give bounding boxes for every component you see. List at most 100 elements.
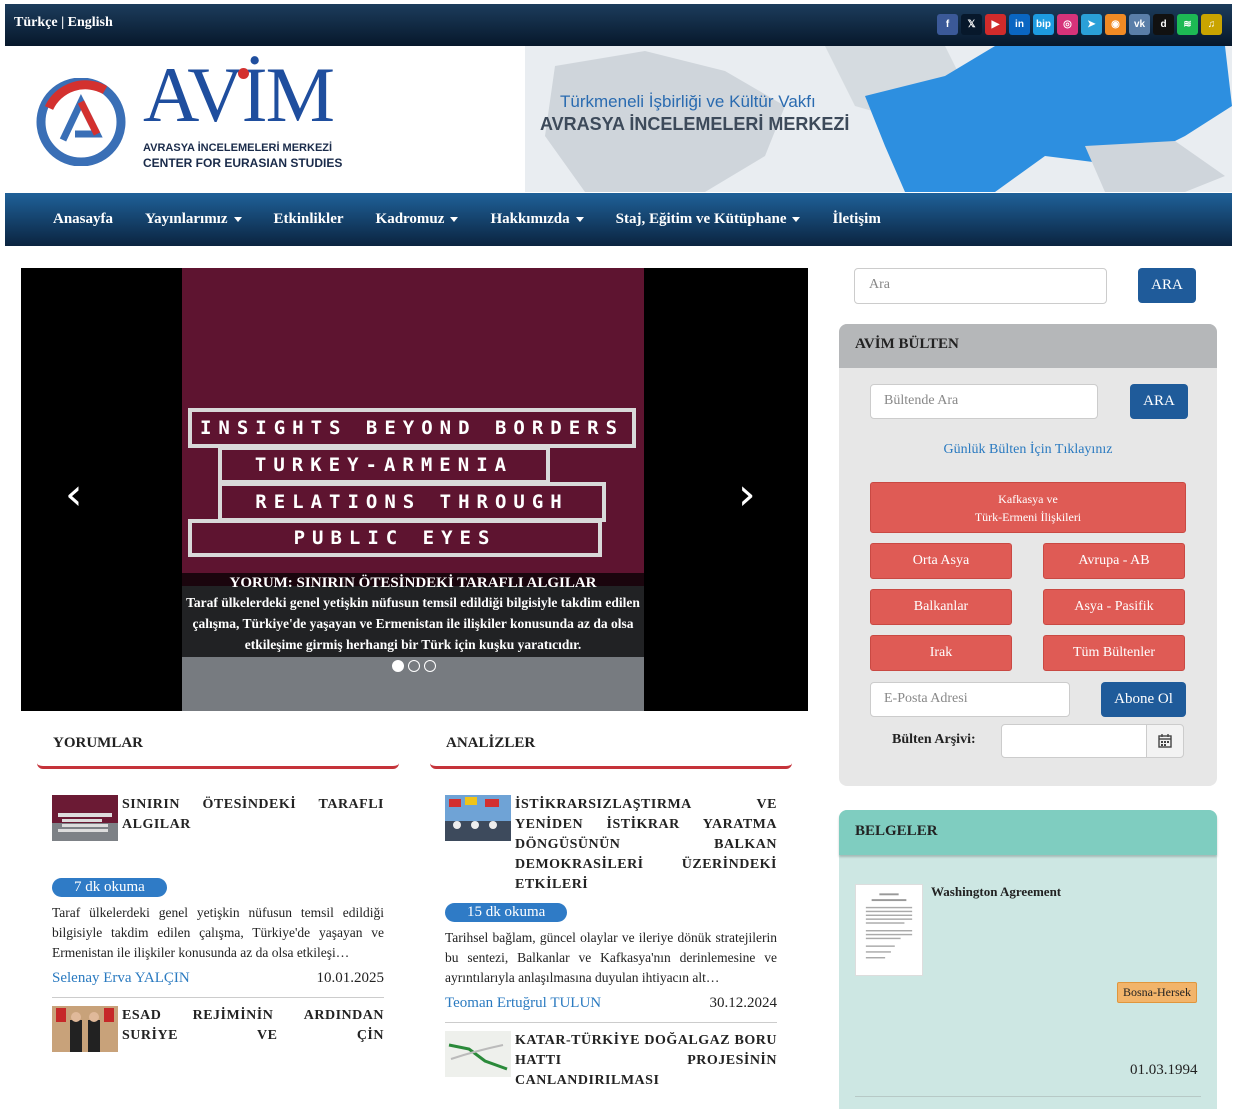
podcast-icon[interactable]: ♫ bbox=[1201, 14, 1222, 35]
slide-caption[interactable]: YORUM: SINIRIN ÖTESİNDEKİ TARAFLI ALGILA… bbox=[182, 573, 644, 657]
email-field[interactable]: E-Posta Adresi bbox=[870, 682, 1070, 717]
slider-next-arrow-icon[interactable]: › bbox=[738, 473, 756, 517]
spotify-icon[interactable]: ≋ bbox=[1177, 14, 1198, 35]
avim-emblem-logo bbox=[36, 78, 126, 166]
top-bar: Türkçe | English f 𝕏 ▶ in bip ◎ ➤ ◉ vk d ≋ ♫ bbox=[5, 4, 1232, 46]
document-divider bbox=[855, 1096, 1201, 1097]
section-heading: ANALİZLER bbox=[446, 735, 536, 751]
chevron-down-icon bbox=[575, 217, 584, 223]
lang-english-link[interactable]: English bbox=[68, 15, 113, 30]
article-thumbnail bbox=[52, 795, 118, 841]
caucasus-line1: Kafkasya ve bbox=[998, 491, 1058, 506]
article-excerpt: Tarihsel bağlam, güncel olaylar ve ileri… bbox=[445, 930, 777, 985]
article-date: 30.12.2024 bbox=[709, 995, 778, 1011]
calendar-icon[interactable] bbox=[1146, 724, 1184, 758]
instagram-icon[interactable]: ◎ bbox=[1057, 14, 1078, 35]
nav-item-hakk-m-zda[interactable]: Hakkımızda bbox=[490, 211, 584, 228]
rss-icon[interactable]: ◉ bbox=[1105, 14, 1126, 35]
logo-dot-accent bbox=[238, 68, 249, 79]
chevron-down-icon bbox=[450, 217, 459, 223]
article-divider bbox=[52, 997, 384, 998]
slider-dot[interactable] bbox=[392, 660, 404, 672]
slider-dot[interactable] bbox=[424, 660, 436, 672]
dailymotion-icon[interactable]: d bbox=[1153, 14, 1174, 35]
site-search-input[interactable]: Ara bbox=[854, 268, 1107, 304]
balkans-button[interactable]: Balkanlar bbox=[870, 589, 1012, 625]
document-thumbnail[interactable] bbox=[855, 884, 923, 976]
document-tag[interactable]: Bosna-Hersek bbox=[1117, 982, 1197, 1003]
facebook-icon[interactable]: f bbox=[937, 14, 958, 35]
article-author-link[interactable]: Selenay Erva YALÇIN bbox=[52, 970, 190, 987]
vk-icon[interactable]: vk bbox=[1129, 14, 1150, 35]
linkedin-icon[interactable]: in bbox=[1009, 14, 1030, 35]
nav-item-kadromuz[interactable]: Kadromuz bbox=[376, 211, 459, 228]
nav-item-anasayfa[interactable]: Anasayfa bbox=[53, 211, 113, 228]
article-divider bbox=[445, 1022, 777, 1023]
bulten-panel: AVİM BÜLTEN Bültende Ara ARA Günlük Bült… bbox=[839, 324, 1217, 786]
article-item[interactable]: ESAD REJİMİNİN ARDINDAN SURİYE VE ÇİN bbox=[37, 1006, 399, 1052]
site-header: AVİM AVRASYA İNCELEMELERİ MERKEZİ CENTER… bbox=[5, 46, 1232, 192]
slide-caption-title: YORUM: SINIRIN ÖTESİNDEKİ TARAFLI ALGILA… bbox=[229, 575, 597, 591]
bulten-heading: AVİM BÜLTEN bbox=[839, 324, 1217, 368]
reading-time-badge: 7 dk okuma bbox=[52, 878, 167, 897]
europe-eu-button[interactable]: Avrupa - AB bbox=[1043, 543, 1185, 579]
caucasus-line2: Türk-Ermeni İlişkileri bbox=[974, 509, 1082, 524]
article-title[interactable]: ESAD REJİMİNİN ARDINDAN SURİYE VE ÇİN bbox=[122, 1006, 384, 1052]
caucasus-bulletin-button[interactable]: Kafkasya ve Türk-Ermeni İlişkileri bbox=[870, 482, 1186, 533]
article-item[interactable]: SINIRIN ÖTESİNDEKİ TARAFLI ALGILAR bbox=[37, 795, 399, 841]
central-asia-button[interactable]: Orta Asya bbox=[870, 543, 1012, 579]
daily-bulletin-link[interactable]: Günlük Bülten İçin Tıklayınız bbox=[839, 442, 1217, 458]
center-tagline: AVRASYA İNCELEMELERİ MERKEZİ bbox=[540, 114, 850, 134]
slide-caption-text: Taraf ülkelerdeki genel yetişkin nüfusun… bbox=[186, 595, 640, 652]
article-title[interactable]: İSTİKRARSIZLAŞTIRMA VE YENİDEN İSTİKRAR … bbox=[515, 795, 777, 895]
nav-item-label: Kadromuz bbox=[375, 211, 445, 227]
belgeler-heading: BELGELER bbox=[839, 810, 1217, 855]
article-item[interactable]: İSTİKRARSIZLAŞTIRMA VE YENİDEN İSTİKRAR … bbox=[430, 795, 792, 895]
subscribe-button[interactable]: Abone Ol bbox=[1101, 682, 1186, 717]
foundation-tagline: Türkmeneli İşbirliği ve Kültür Vakfı bbox=[560, 92, 816, 111]
slide-image-line: PUBLIC EYES bbox=[188, 519, 602, 557]
article-thumbnail bbox=[445, 795, 511, 841]
archive-date-input[interactable] bbox=[1001, 724, 1147, 758]
article-date: 10.01.2025 bbox=[316, 970, 385, 986]
document-date: 01.03.1994 bbox=[1130, 1062, 1198, 1078]
section-underline bbox=[37, 763, 399, 769]
article-thumbnail bbox=[52, 1006, 118, 1052]
nav-item-yay-nlar-m-z[interactable]: Yayınlarımız bbox=[145, 211, 242, 228]
nav-item-staj-e-itim-ve-k-t-phane[interactable]: Staj, Eğitim ve Kütüphane bbox=[616, 211, 801, 228]
nav-item-label: Anasayfa bbox=[53, 211, 114, 227]
bulten-search-button[interactable]: ARA bbox=[1130, 384, 1188, 419]
language-switcher: Türkçe | English bbox=[14, 15, 113, 31]
slider-dot[interactable] bbox=[408, 660, 420, 672]
nav-item-i-leti-im[interactable]: İletişim bbox=[832, 211, 880, 228]
social-links: f 𝕏 ▶ in bip ◎ ➤ ◉ vk d ≋ ♫ bbox=[937, 14, 1222, 35]
telegram-icon[interactable]: ➤ bbox=[1081, 14, 1102, 35]
article-item[interactable]: KATAR-TÜRKİYE DOĞALGAZ BORU HATTI PROJES… bbox=[430, 1031, 792, 1091]
article-title[interactable]: KATAR-TÜRKİYE DOĞALGAZ BORU HATTI PROJES… bbox=[515, 1031, 777, 1091]
slide-image-line: RELATIONS THROUGH bbox=[218, 482, 606, 522]
nav-item-label: Yayınlarımız bbox=[145, 211, 228, 227]
article-title[interactable]: SINIRIN ÖTESİNDEKİ TARAFLI ALGILAR bbox=[122, 795, 384, 841]
avim-logo-word[interactable]: AVİM bbox=[143, 56, 335, 134]
bip-icon[interactable]: bip bbox=[1033, 14, 1054, 35]
all-bulletins-button[interactable]: Tüm Bültenler bbox=[1043, 635, 1185, 671]
bulten-search-input[interactable]: Bültende Ara bbox=[870, 384, 1098, 419]
section-underline bbox=[430, 763, 792, 769]
nav-item-etkinlikler[interactable]: Etkinlikler bbox=[274, 211, 344, 228]
asia-pacific-button[interactable]: Asya - Pasifik bbox=[1043, 589, 1185, 625]
chevron-down-icon bbox=[792, 217, 801, 223]
slide-image-line: INSIGHTS BEYOND BORDERS bbox=[188, 408, 636, 448]
yorumlar-section: YORUMLAR SINIRIN ÖTESİNDEKİ TARAFLI ALGI… bbox=[37, 735, 399, 1052]
article-author-link[interactable]: Teoman Ertuğrul TULUN bbox=[445, 995, 601, 1012]
site-search-button[interactable]: ARA bbox=[1138, 268, 1196, 303]
article-meta: Teoman Ertuğrul TULUN 30.12.2024 bbox=[430, 995, 792, 1012]
youtube-icon[interactable]: ▶ bbox=[985, 14, 1006, 35]
iraq-button[interactable]: Irak bbox=[870, 635, 1012, 671]
document-title-link[interactable]: Washington Agreement bbox=[931, 884, 1061, 900]
lang-turkish-link[interactable]: Türkçe bbox=[14, 15, 58, 30]
article-meta: Selenay Erva YALÇIN 10.01.2025 bbox=[37, 970, 399, 987]
featured-slider: INSIGHTS BEYOND BORDERS TURKEY-ARMENIA R… bbox=[21, 268, 808, 711]
chevron-down-icon bbox=[233, 217, 242, 223]
x-icon[interactable]: 𝕏 bbox=[961, 14, 982, 35]
slider-prev-arrow-icon[interactable]: ‹ bbox=[65, 473, 83, 517]
